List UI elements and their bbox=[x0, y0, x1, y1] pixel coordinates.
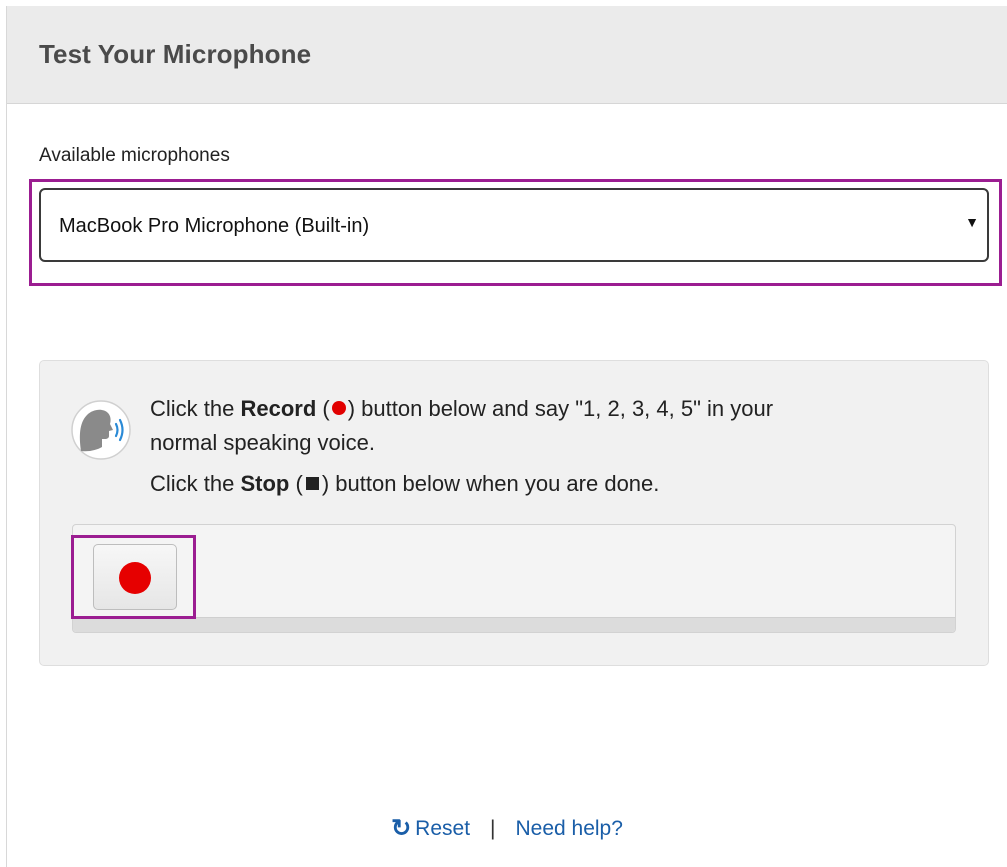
reset-label: Reset bbox=[415, 816, 471, 840]
speaking-head-icon bbox=[71, 400, 131, 460]
instruction-text: button below and say "1, 2, 3, 4, 5" in … bbox=[355, 396, 774, 421]
refresh-icon: ↻ bbox=[391, 815, 412, 842]
panel-header: Test Your Microphone bbox=[7, 6, 1007, 104]
instruction-text: Click the bbox=[150, 471, 241, 496]
microphone-select[interactable]: MacBook Pro Microphone (Built-in) ▼ bbox=[39, 188, 989, 262]
page-title: Test Your Microphone bbox=[39, 39, 312, 69]
instruction-text: Click the bbox=[150, 396, 241, 421]
page: Test Your Microphone Available microphon… bbox=[0, 0, 1007, 867]
instructions-panel: Click the Record () button below and say… bbox=[39, 360, 989, 666]
mic-test-panel: Test Your Microphone Available microphon… bbox=[6, 6, 1007, 867]
instruction-text: button below when you are done. bbox=[329, 471, 660, 496]
instruction-line-2: normal speaking voice. bbox=[150, 430, 376, 455]
recorder-bar bbox=[72, 524, 956, 633]
need-help-link[interactable]: Need help? bbox=[516, 817, 623, 841]
triangle-down-icon: ▼ bbox=[965, 214, 979, 230]
footer-separator: | bbox=[490, 816, 496, 840]
stop-square-icon bbox=[305, 477, 319, 490]
record-dot-icon bbox=[119, 562, 151, 594]
microphone-select-value: MacBook Pro Microphone (Built-in) bbox=[59, 215, 370, 237]
record-button[interactable] bbox=[93, 544, 177, 610]
record-keyword: Record bbox=[240, 396, 317, 421]
instruction-line-3: Click the Stop () button below when you … bbox=[150, 471, 660, 496]
footer-links: ↻ Reset | Need help? bbox=[7, 814, 1007, 843]
record-dot-icon bbox=[331, 401, 346, 415]
instruction-line-1: Click the Record () button below and say… bbox=[150, 396, 774, 421]
microphone-label: Available microphones bbox=[39, 145, 230, 166]
reset-link[interactable]: ↻ Reset bbox=[391, 814, 470, 843]
recording-progress-bar bbox=[73, 617, 955, 632]
stop-keyword: Stop bbox=[240, 471, 290, 496]
